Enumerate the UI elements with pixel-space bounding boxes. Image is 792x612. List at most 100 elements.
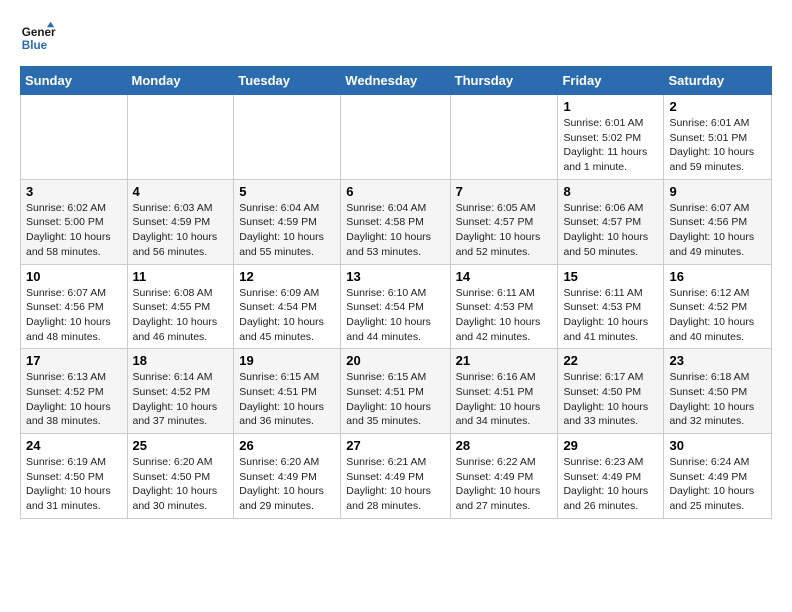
weekday-header-saturday: Saturday (664, 67, 772, 95)
calendar-cell: 11 Sunrise: 6:08 AM Sunset: 4:55 PM Dayli… (127, 264, 234, 349)
calendar-table: SundayMondayTuesdayWednesdayThursdayFrid… (20, 66, 772, 519)
calendar-cell: 6 Sunrise: 6:04 AM Sunset: 4:58 PM Daylig… (341, 179, 450, 264)
day-number: 7 (456, 184, 553, 199)
calendar-cell: 3 Sunrise: 6:02 AM Sunset: 5:00 PM Daylig… (21, 179, 128, 264)
day-number: 29 (563, 438, 658, 453)
day-number: 18 (133, 353, 229, 368)
calendar-cell: 22 Sunrise: 6:17 AM Sunset: 4:50 PM Dayli… (558, 349, 664, 434)
day-number: 5 (239, 184, 335, 199)
calendar-cell: 5 Sunrise: 6:04 AM Sunset: 4:59 PM Daylig… (234, 179, 341, 264)
day-number: 21 (456, 353, 553, 368)
day-detail: Sunrise: 6:08 AM Sunset: 4:55 PM Dayligh… (133, 286, 229, 345)
calendar-cell: 14 Sunrise: 6:11 AM Sunset: 4:53 PM Dayli… (450, 264, 558, 349)
day-number: 16 (669, 269, 766, 284)
day-detail: Sunrise: 6:01 AM Sunset: 5:02 PM Dayligh… (563, 116, 658, 175)
day-number: 15 (563, 269, 658, 284)
calendar-cell (21, 95, 128, 180)
calendar-cell: 18 Sunrise: 6:14 AM Sunset: 4:52 PM Dayli… (127, 349, 234, 434)
day-number: 25 (133, 438, 229, 453)
calendar-cell (450, 95, 558, 180)
calendar-cell: 10 Sunrise: 6:07 AM Sunset: 4:56 PM Dayli… (21, 264, 128, 349)
day-detail: Sunrise: 6:14 AM Sunset: 4:52 PM Dayligh… (133, 370, 229, 429)
day-number: 22 (563, 353, 658, 368)
calendar-cell: 21 Sunrise: 6:16 AM Sunset: 4:51 PM Dayli… (450, 349, 558, 434)
day-detail: Sunrise: 6:01 AM Sunset: 5:01 PM Dayligh… (669, 116, 766, 175)
calendar-week-row: 24Sunrise: 6:19 AM Sunset: 4:50 PM Dayli… (21, 434, 772, 519)
calendar-cell: 25 Sunrise: 6:20 AM Sunset: 4:50 PM Dayli… (127, 434, 234, 519)
day-detail: Sunrise: 6:20 AM Sunset: 4:50 PM Dayligh… (133, 455, 229, 514)
day-number: 6 (346, 184, 444, 199)
weekday-header-tuesday: Tuesday (234, 67, 341, 95)
calendar-cell: 13 Sunrise: 6:10 AM Sunset: 4:54 PM Dayli… (341, 264, 450, 349)
calendar-cell: 7 Sunrise: 6:05 AM Sunset: 4:57 PM Daylig… (450, 179, 558, 264)
day-detail: Sunrise: 6:16 AM Sunset: 4:51 PM Dayligh… (456, 370, 553, 429)
calendar-cell: 9 Sunrise: 6:07 AM Sunset: 4:56 PM Daylig… (664, 179, 772, 264)
calendar-cell: 12 Sunrise: 6:09 AM Sunset: 4:54 PM Dayli… (234, 264, 341, 349)
day-detail: Sunrise: 6:24 AM Sunset: 4:49 PM Dayligh… (669, 455, 766, 514)
day-number: 27 (346, 438, 444, 453)
svg-text:General: General (22, 26, 56, 39)
day-detail: Sunrise: 6:05 AM Sunset: 4:57 PM Dayligh… (456, 201, 553, 260)
calendar-week-row: 3 Sunrise: 6:02 AM Sunset: 5:00 PM Daylig… (21, 179, 772, 264)
calendar-week-row: 17Sunrise: 6:13 AM Sunset: 4:52 PM Dayli… (21, 349, 772, 434)
day-number: 8 (563, 184, 658, 199)
page-header: General Blue (20, 20, 772, 56)
calendar-cell: 4Sunrise: 6:03 AM Sunset: 4:59 PM Daylig… (127, 179, 234, 264)
day-detail: Sunrise: 6:17 AM Sunset: 4:50 PM Dayligh… (563, 370, 658, 429)
calendar-week-row: 10 Sunrise: 6:07 AM Sunset: 4:56 PM Dayli… (21, 264, 772, 349)
calendar-cell: 23 Sunrise: 6:18 AM Sunset: 4:50 PM Dayli… (664, 349, 772, 434)
day-detail: Sunrise: 6:06 AM Sunset: 4:57 PM Dayligh… (563, 201, 658, 260)
weekday-header-row: SundayMondayTuesdayWednesdayThursdayFrid… (21, 67, 772, 95)
calendar-cell: 16 Sunrise: 6:12 AM Sunset: 4:52 PM Dayli… (664, 264, 772, 349)
day-number: 3 (26, 184, 122, 199)
weekday-header-thursday: Thursday (450, 67, 558, 95)
day-detail: Sunrise: 6:07 AM Sunset: 4:56 PM Dayligh… (26, 286, 122, 345)
day-number: 9 (669, 184, 766, 199)
day-detail: Sunrise: 6:18 AM Sunset: 4:50 PM Dayligh… (669, 370, 766, 429)
day-detail: Sunrise: 6:13 AM Sunset: 4:52 PM Dayligh… (26, 370, 122, 429)
day-detail: Sunrise: 6:11 AM Sunset: 4:53 PM Dayligh… (563, 286, 658, 345)
day-number: 12 (239, 269, 335, 284)
day-number: 28 (456, 438, 553, 453)
day-number: 11 (133, 269, 229, 284)
day-number: 23 (669, 353, 766, 368)
day-detail: Sunrise: 6:03 AM Sunset: 4:59 PM Dayligh… (133, 201, 229, 260)
weekday-header-wednesday: Wednesday (341, 67, 450, 95)
day-number: 20 (346, 353, 444, 368)
day-number: 30 (669, 438, 766, 453)
day-detail: Sunrise: 6:04 AM Sunset: 4:59 PM Dayligh… (239, 201, 335, 260)
calendar-cell: 30 Sunrise: 6:24 AM Sunset: 4:49 PM Dayli… (664, 434, 772, 519)
weekday-header-monday: Monday (127, 67, 234, 95)
day-detail: Sunrise: 6:04 AM Sunset: 4:58 PM Dayligh… (346, 201, 444, 260)
day-detail: Sunrise: 6:02 AM Sunset: 5:00 PM Dayligh… (26, 201, 122, 260)
day-number: 1 (563, 99, 658, 114)
day-detail: Sunrise: 6:12 AM Sunset: 4:52 PM Dayligh… (669, 286, 766, 345)
day-detail: Sunrise: 6:07 AM Sunset: 4:56 PM Dayligh… (669, 201, 766, 260)
calendar-cell: 27 Sunrise: 6:21 AM Sunset: 4:49 PM Dayli… (341, 434, 450, 519)
logo-icon: General Blue (20, 20, 56, 56)
calendar-cell: 15 Sunrise: 6:11 AM Sunset: 4:53 PM Dayli… (558, 264, 664, 349)
calendar-cell: 1 Sunrise: 6:01 AM Sunset: 5:02 PM Daylig… (558, 95, 664, 180)
calendar-cell (341, 95, 450, 180)
calendar-cell: 24Sunrise: 6:19 AM Sunset: 4:50 PM Dayli… (21, 434, 128, 519)
day-number: 2 (669, 99, 766, 114)
day-detail: Sunrise: 6:09 AM Sunset: 4:54 PM Dayligh… (239, 286, 335, 345)
day-detail: Sunrise: 6:11 AM Sunset: 4:53 PM Dayligh… (456, 286, 553, 345)
day-number: 10 (26, 269, 122, 284)
day-detail: Sunrise: 6:15 AM Sunset: 4:51 PM Dayligh… (239, 370, 335, 429)
day-detail: Sunrise: 6:21 AM Sunset: 4:49 PM Dayligh… (346, 455, 444, 514)
weekday-header-sunday: Sunday (21, 67, 128, 95)
day-number: 13 (346, 269, 444, 284)
day-detail: Sunrise: 6:10 AM Sunset: 4:54 PM Dayligh… (346, 286, 444, 345)
calendar-cell: 2 Sunrise: 6:01 AM Sunset: 5:01 PM Daylig… (664, 95, 772, 180)
calendar-week-row: 1 Sunrise: 6:01 AM Sunset: 5:02 PM Daylig… (21, 95, 772, 180)
day-detail: Sunrise: 6:22 AM Sunset: 4:49 PM Dayligh… (456, 455, 553, 514)
weekday-header-friday: Friday (558, 67, 664, 95)
day-number: 26 (239, 438, 335, 453)
calendar-cell: 28 Sunrise: 6:22 AM Sunset: 4:49 PM Dayli… (450, 434, 558, 519)
calendar-cell: 8 Sunrise: 6:06 AM Sunset: 4:57 PM Daylig… (558, 179, 664, 264)
day-number: 14 (456, 269, 553, 284)
calendar-cell: 19Sunrise: 6:15 AM Sunset: 4:51 PM Dayli… (234, 349, 341, 434)
day-detail: Sunrise: 6:15 AM Sunset: 4:51 PM Dayligh… (346, 370, 444, 429)
calendar-cell (234, 95, 341, 180)
